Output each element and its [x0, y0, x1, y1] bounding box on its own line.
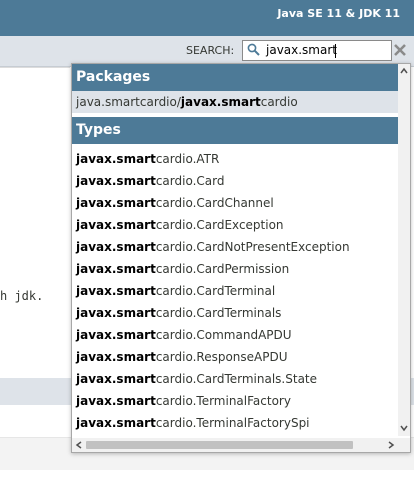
- type-result[interactable]: javax.smartcardio.CardTerminals: [72, 302, 398, 324]
- result-suffix: cardio: [260, 95, 298, 109]
- result-match: javax.smart: [76, 152, 156, 166]
- scroll-down-icon[interactable]: [400, 424, 408, 432]
- result-suffix: cardio.CardNotPresentException: [155, 240, 350, 254]
- type-result[interactable]: javax.smartcardio.CardChannel: [72, 192, 398, 214]
- scrollbar-thumb[interactable]: [86, 441, 353, 449]
- type-result[interactable]: javax.smartcardio.ResponseAPDU: [72, 346, 398, 368]
- result-suffix: cardio.CardTerminals.State: [155, 372, 318, 386]
- result-match: javax.smart: [180, 95, 261, 109]
- result-suffix: cardio.CardException: [155, 218, 284, 232]
- search-input[interactable]: javax.smart: [242, 40, 392, 61]
- vertical-scrollbar[interactable]: [398, 64, 410, 436]
- result-prefix: java.smartcardio/: [76, 95, 181, 109]
- type-result[interactable]: javax.smartcardio.TerminalFactorySpi: [72, 412, 398, 434]
- result-suffix: cardio.TerminalFactorySpi: [155, 416, 310, 430]
- search-value[interactable]: javax.smart: [266, 43, 337, 57]
- types-results: javax.smartcardio.ATR javax.smartcardio.C…: [72, 148, 398, 434]
- type-result[interactable]: javax.smartcardio.CommandAPDU: [72, 324, 398, 346]
- type-result[interactable]: javax.smartcardio.Card: [72, 170, 398, 192]
- result-suffix: cardio.TerminalFactory: [155, 394, 291, 408]
- type-result[interactable]: javax.smartcardio.CardNotPresentExceptio…: [72, 236, 398, 258]
- search-suggestions-dropdown[interactable]: Packages java.smartcardio/javax.smartcar…: [71, 63, 411, 453]
- category-types: Types: [72, 117, 398, 144]
- result-match: javax.smart: [76, 174, 156, 188]
- result-match: javax.smart: [76, 196, 156, 210]
- result-suffix: cardio.Card: [155, 174, 225, 188]
- result-suffix: cardio.ATR: [155, 152, 220, 166]
- result-suffix: cardio.CommandAPDU: [155, 328, 292, 342]
- package-result[interactable]: java.smartcardio/javax.smartcardio: [72, 91, 398, 113]
- result-match: javax.smart: [76, 372, 156, 386]
- result-match: javax.smart: [76, 262, 156, 276]
- result-match: javax.smart: [76, 240, 156, 254]
- result-match: javax.smart: [76, 284, 156, 298]
- result-suffix: cardio.CardPermission: [155, 262, 290, 276]
- magnifier-icon: [247, 43, 260, 56]
- suggestions-list: Packages java.smartcardio/javax.smartcar…: [72, 64, 398, 434]
- result-match: javax.smart: [76, 416, 156, 430]
- reset-search-icon[interactable]: [393, 43, 407, 57]
- result-match: javax.smart: [76, 350, 156, 364]
- scroll-up-icon[interactable]: [400, 67, 408, 75]
- result-match: javax.smart: [76, 394, 156, 408]
- text-caret: [335, 44, 336, 58]
- search-label: SEARCH:: [186, 44, 235, 57]
- horizontal-scrollbar[interactable]: [72, 438, 398, 452]
- result-suffix: cardio.ResponseAPDU: [155, 350, 288, 364]
- result-suffix: cardio.CardTerminals: [155, 306, 282, 320]
- type-result[interactable]: javax.smartcardio.CardPermission: [72, 258, 398, 280]
- top-banner: Java SE 11 & JDK 11: [0, 0, 414, 36]
- category-packages: Packages: [72, 64, 398, 91]
- type-result[interactable]: javax.smartcardio.ATR: [72, 148, 398, 170]
- result-suffix: cardio.CardTerminal: [155, 284, 276, 298]
- scrollbar-corner: [398, 438, 410, 452]
- type-result[interactable]: javax.smartcardio.CardTerminals.State: [72, 368, 398, 390]
- result-match: javax.smart: [76, 306, 156, 320]
- scroll-left-icon[interactable]: [75, 441, 83, 449]
- result-match: javax.smart: [76, 218, 156, 232]
- type-result[interactable]: javax.smartcardio.CardTerminal: [72, 280, 398, 302]
- type-result[interactable]: javax.smartcardio.TerminalFactory: [72, 390, 398, 412]
- divider: [0, 67, 70, 68]
- result-match: javax.smart: [76, 328, 156, 342]
- scroll-right-icon[interactable]: [387, 441, 395, 449]
- page-text-fragment: h jdk.: [0, 289, 44, 303]
- result-suffix: cardio.CardChannel: [155, 196, 274, 210]
- about-label: Java SE 11 & JDK 11: [277, 7, 400, 20]
- type-result[interactable]: javax.smartcardio.CardException: [72, 214, 398, 236]
